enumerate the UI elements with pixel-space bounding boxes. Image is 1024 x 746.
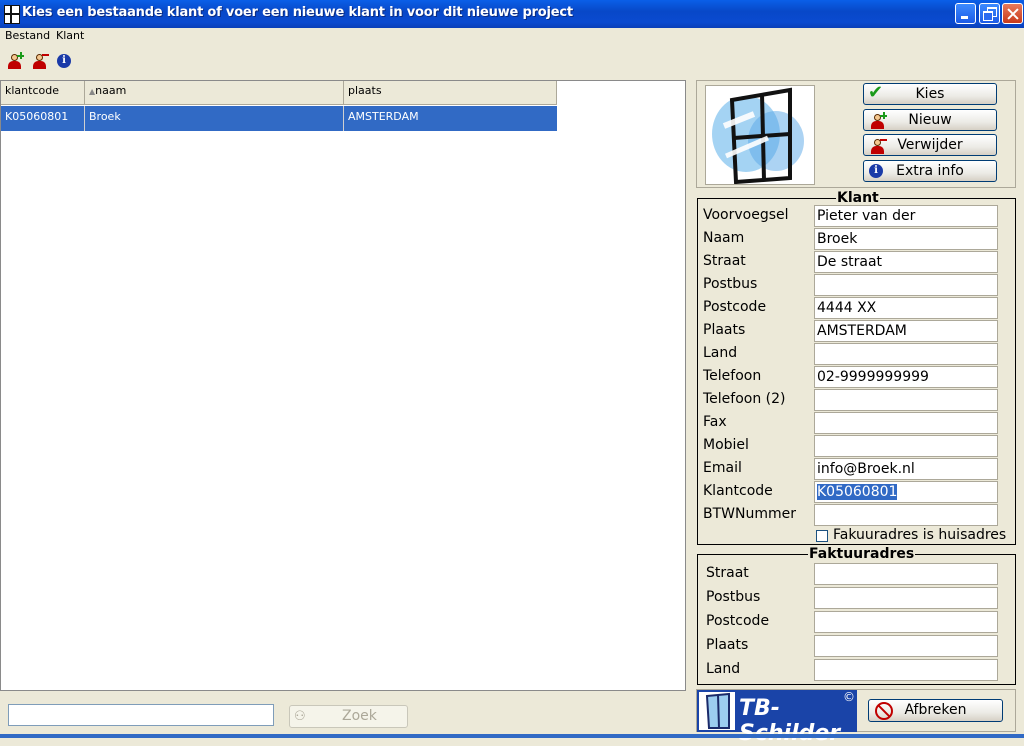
field-straat[interactable]: De straat	[814, 251, 998, 273]
faktuur-label-postbus: Postbus	[706, 589, 761, 605]
window-logo-image	[705, 85, 815, 185]
klant-legend: Klant	[836, 190, 880, 206]
field-telefoon-2[interactable]	[814, 389, 998, 411]
label-klantcode: Klantcode	[703, 483, 773, 499]
toolbar: i	[0, 48, 1024, 74]
faktuur-field-postcode[interactable]	[814, 611, 998, 633]
cell-klantcode: K05060801	[1, 106, 85, 131]
faktuuradres-group: Faktuuradres Straat Postbus Postcode Plaats…	[697, 546, 1016, 685]
menu-bestand[interactable]: Bestand	[5, 29, 50, 42]
binoculars-icon: ⚇	[294, 709, 306, 724]
maximize-button[interactable]	[979, 3, 1000, 24]
field-land[interactable]	[814, 343, 998, 365]
label-fax: Fax	[703, 414, 727, 430]
minimize-button[interactable]	[955, 3, 976, 24]
label-postbus: Postbus	[703, 276, 758, 292]
menu-bar: Bestand Klant	[0, 28, 1024, 46]
client-grid[interactable]: klantcode ▲naam plaats K05060801 Broek A…	[0, 80, 686, 691]
label-land: Land	[703, 345, 738, 361]
remove-client-icon[interactable]	[30, 52, 49, 70]
bottom-panel: TB-Schilder © Afbreken	[696, 689, 1016, 746]
checkmark-icon: ✔	[868, 82, 884, 103]
nieuw-button[interactable]: Nieuw	[863, 109, 997, 131]
faktuuradres-legend: Faktuuradres	[808, 546, 916, 562]
label-postcode: Postcode	[703, 299, 767, 315]
extra-info-button[interactable]: i Extra info	[863, 160, 997, 182]
field-telefoon[interactable]: 02-9999999999	[814, 366, 998, 388]
field-email[interactable]: info@Broek.nl	[814, 458, 998, 480]
faktuur-label-straat: Straat	[706, 565, 749, 581]
label-btwnummer: BTWNummer	[703, 506, 796, 522]
field-naam[interactable]: Broek	[814, 228, 998, 250]
huisadres-checkbox[interactable]	[816, 530, 828, 542]
search-input[interactable]	[8, 704, 274, 726]
close-button[interactable]	[1002, 3, 1023, 24]
verwijder-button[interactable]: Verwijder	[863, 134, 997, 156]
faktuur-label-land: Land	[706, 661, 741, 677]
action-panel: ✔ Kies Nieuw Verwijder i Extra info	[696, 80, 1016, 188]
field-postcode[interactable]: 4444 XX	[814, 297, 998, 319]
field-mobiel[interactable]	[814, 435, 998, 457]
remove-client-icon	[868, 137, 887, 155]
faktuur-label-postcode: Postcode	[706, 613, 770, 629]
column-header-plaats[interactable]: plaats	[344, 81, 557, 105]
afbreken-button[interactable]: Afbreken	[868, 699, 1003, 722]
label-email: Email	[703, 460, 742, 476]
label-telefoon-2: Telefoon (2)	[703, 391, 786, 407]
kies-button[interactable]: ✔ Kies	[863, 83, 997, 105]
column-header-naam[interactable]: ▲naam	[85, 81, 344, 105]
label-mobiel: Mobiel	[703, 437, 749, 453]
label-telefoon: Telefoon	[703, 368, 762, 384]
add-client-icon	[868, 112, 887, 130]
table-row[interactable]: K05060801 Broek AMSTERDAM	[1, 106, 557, 131]
faktuur-field-straat[interactable]	[814, 563, 998, 585]
label-naam: Naam	[703, 230, 745, 246]
menu-klant[interactable]: Klant	[56, 29, 84, 42]
add-client-icon[interactable]	[5, 52, 24, 70]
window-app-icon	[4, 5, 20, 24]
field-fax[interactable]	[814, 412, 998, 434]
info-icon: i	[869, 164, 883, 178]
window-title: Kies een bestaande klant of voer een nie…	[22, 5, 573, 20]
field-voorvoegsel[interactable]: Pieter van der	[814, 205, 998, 227]
label-plaats: Plaats	[703, 322, 746, 338]
cell-naam: Broek	[85, 106, 344, 131]
column-header-klantcode[interactable]: klantcode	[1, 81, 85, 105]
huisadres-label: Fakuuradres is huisadres	[833, 527, 1007, 543]
label-voorvoegsel: Voorvoegsel	[703, 207, 789, 223]
tb-schilder-logo: TB-Schilder ©	[697, 690, 857, 746]
faktuur-field-land[interactable]	[814, 659, 998, 681]
field-klantcode[interactable]: K05060801	[814, 481, 998, 503]
label-straat: Straat	[703, 253, 746, 269]
klant-group: Klant Voorvoegsel Pieter van der Naam Broek…	[697, 190, 1016, 545]
faktuur-field-postbus[interactable]	[814, 587, 998, 609]
faktuur-field-plaats[interactable]	[814, 635, 998, 657]
faktuur-label-plaats: Plaats	[706, 637, 749, 653]
bottom-accent-bar	[0, 734, 1024, 738]
field-postbus[interactable]	[814, 274, 998, 296]
field-btwnummer[interactable]	[814, 504, 998, 526]
cell-plaats: AMSTERDAM	[348, 110, 419, 123]
field-plaats[interactable]: AMSTERDAM	[814, 320, 998, 342]
title-bar: Kies een bestaande klant of voer een nie…	[0, 0, 1024, 28]
zoek-button[interactable]: ⚇ Zoek	[289, 705, 408, 728]
info-icon[interactable]: i	[56, 52, 74, 70]
